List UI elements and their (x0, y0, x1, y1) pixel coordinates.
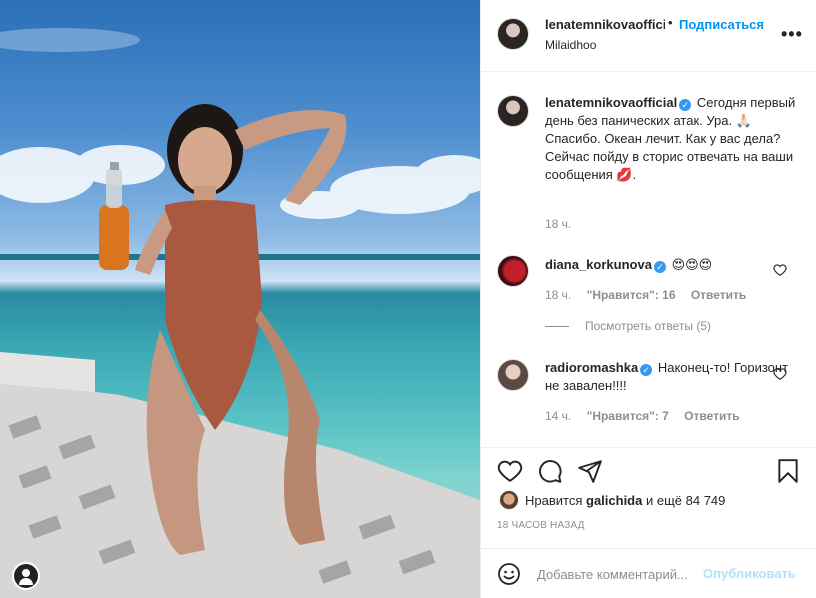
bookmark-icon[interactable] (775, 458, 801, 484)
post-actions: Нравится galichida и ещё 84 749 18 ЧАСОВ… (481, 447, 816, 547)
caption: lenatemnikovaofficial ✓ Сегодня первый де… (545, 94, 803, 184)
comment-2: radioromashka ✓ Наконец-то! Горизонт не з… (545, 359, 803, 395)
comment-meta: 14 ч. "Нравится": 7 Ответить (545, 409, 752, 423)
comment-like-heart-icon[interactable] (773, 367, 787, 381)
liker-avatar[interactable] (499, 490, 519, 510)
comment-meta: 18 ч. "Нравится": 16 Ответить (545, 288, 758, 302)
caption-time[interactable]: 18 ч. (545, 217, 571, 231)
separator-dot: • (668, 15, 673, 30)
verified-badge-icon: ✓ (653, 261, 666, 273)
comments-section[interactable]: lenatemnikovaofficial ✓ Сегодня первый де… (481, 73, 816, 447)
post-location[interactable]: Milaidhoo (545, 38, 596, 52)
comment-icon[interactable] (537, 458, 563, 484)
caption-author-avatar[interactable] (497, 95, 529, 127)
view-replies-button[interactable]: Посмотреть ответы (5) (545, 319, 711, 333)
comment-like-heart-icon[interactable] (773, 263, 787, 277)
comment-time[interactable]: 14 ч. (545, 409, 571, 423)
post-sidebar: lenatemnikovaofficial • Подписаться Mila… (480, 0, 816, 598)
heart-icon[interactable] (497, 458, 523, 484)
view-replies-label: Посмотреть ответы (5) (585, 319, 712, 333)
publish-button[interactable]: Опубликовать (703, 566, 796, 581)
likes-count[interactable]: и ещё 84 749 (646, 493, 725, 508)
follow-button[interactable]: Подписаться (679, 17, 764, 32)
share-icon[interactable] (577, 458, 603, 484)
author-avatar[interactable] (497, 18, 529, 50)
caption-username[interactable]: lenatemnikovaofficial (545, 95, 677, 110)
replies-line (545, 326, 569, 328)
post-header: lenatemnikovaofficial • Подписаться Mila… (481, 0, 816, 72)
reply-button[interactable]: Ответить (684, 409, 739, 423)
liker-username[interactable]: galichida (586, 493, 642, 508)
verified-badge-icon: ✓ (640, 364, 653, 376)
likes-prefix: Нравится (525, 493, 583, 508)
post-timestamp[interactable]: 18 ЧАСОВ НАЗАД (497, 520, 585, 531)
comment-username[interactable]: radioromashka (545, 360, 638, 375)
comment-likes[interactable]: "Нравится": 7 (587, 409, 669, 423)
photo-illustration (0, 28, 480, 598)
comment-avatar[interactable] (497, 255, 529, 287)
comment-time[interactable]: 18 ч. (545, 288, 571, 302)
comment-likes[interactable]: "Нравится": 16 (587, 288, 676, 302)
reply-button[interactable]: Ответить (691, 288, 746, 302)
instagram-post-view: lenatemnikovaofficial • Подписаться Mila… (0, 0, 816, 598)
verified-badge-icon: ✓ (679, 99, 692, 111)
emoji-icon[interactable] (497, 562, 521, 586)
comment-input[interactable] (537, 564, 697, 584)
comment-username[interactable]: diana_korkunova (545, 257, 652, 272)
profile-icon[interactable] (12, 562, 40, 590)
more-options-icon[interactable]: ••• (781, 24, 803, 45)
author-username[interactable]: lenatemnikovaofficial (545, 17, 665, 32)
caption-meta: 18 ч. (545, 217, 583, 231)
likes-summary[interactable]: Нравится galichida и ещё 84 749 (525, 493, 725, 508)
comment-1: diana_korkunova ✓ 😍😍😍 (545, 256, 803, 274)
comment-text: 😍😍😍 (671, 257, 713, 272)
add-comment-bar: Опубликовать (481, 548, 816, 598)
post-photo[interactable] (0, 0, 480, 598)
comment-avatar[interactable] (497, 359, 529, 391)
